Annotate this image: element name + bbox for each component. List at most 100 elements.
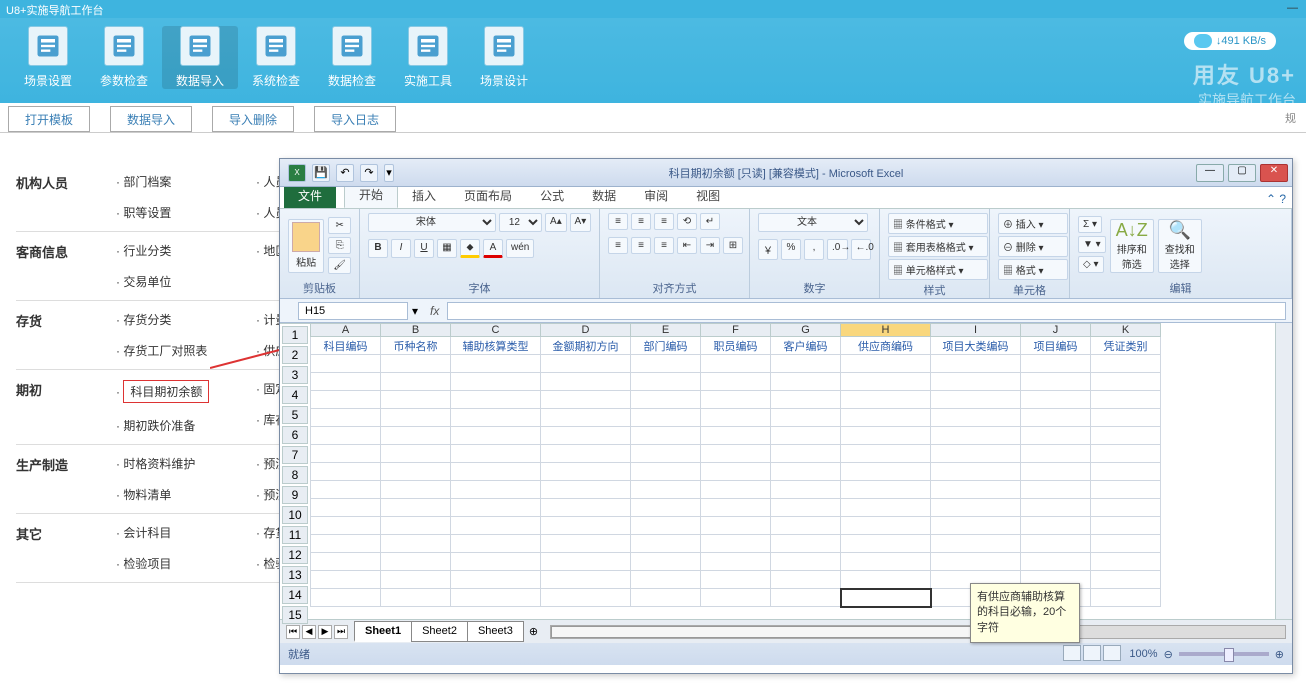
link-item[interactable]: 职等设置 [116, 204, 256, 221]
cell-G7[interactable] [771, 445, 841, 463]
cell-C6[interactable] [451, 427, 541, 445]
redo-icon[interactable]: ↷ [360, 164, 378, 182]
cell-I1[interactable]: 项目大类编码 [931, 337, 1021, 355]
cell-J10[interactable] [1021, 499, 1091, 517]
cell-D12[interactable] [541, 535, 631, 553]
cell-E14[interactable] [631, 571, 701, 589]
cell-H6[interactable] [841, 427, 931, 445]
cell-K15[interactable] [1091, 589, 1161, 607]
cell-D5[interactable] [541, 409, 631, 427]
link-item[interactable]: 存货分类 [116, 311, 256, 328]
cell-D2[interactable] [541, 355, 631, 373]
row-header[interactable]: 11 [282, 526, 308, 544]
percent-icon[interactable]: % [781, 239, 801, 260]
cell-D7[interactable] [541, 445, 631, 463]
cell-C4[interactable] [451, 391, 541, 409]
cell-J11[interactable] [1021, 517, 1091, 535]
cell-A8[interactable] [311, 463, 381, 481]
cell-B11[interactable] [381, 517, 451, 535]
cell-H13[interactable] [841, 553, 931, 571]
cell-H3[interactable] [841, 373, 931, 391]
cell-C11[interactable] [451, 517, 541, 535]
cell-A9[interactable] [311, 481, 381, 499]
tab-1[interactable]: 数据导入 [110, 106, 192, 132]
cell-I8[interactable] [931, 463, 1021, 481]
underline-button[interactable]: U [414, 239, 434, 258]
link-item[interactable]: 时格资料维护 [116, 455, 256, 472]
align-right-icon[interactable]: ≡ [654, 237, 674, 254]
phonetic-icon[interactable]: wén [506, 239, 534, 258]
cell-B15[interactable] [381, 589, 451, 607]
bold-button[interactable]: B [368, 239, 388, 258]
col-header-K[interactable]: K [1091, 324, 1161, 337]
cell-C12[interactable] [451, 535, 541, 553]
cell-J9[interactable] [1021, 481, 1091, 499]
row-header[interactable]: 12 [282, 546, 308, 564]
excel-icon[interactable]: X [288, 164, 306, 182]
cell-G10[interactable] [771, 499, 841, 517]
dec-decimal-icon[interactable]: ←.0 [851, 239, 872, 260]
align-bot-icon[interactable]: ≡ [654, 213, 674, 230]
cell-I4[interactable] [931, 391, 1021, 409]
cell-I9[interactable] [931, 481, 1021, 499]
cell-K9[interactable] [1091, 481, 1161, 499]
col-header-F[interactable]: F [701, 324, 771, 337]
cell-F4[interactable] [701, 391, 771, 409]
cell-A14[interactable] [311, 571, 381, 589]
font-size-select[interactable]: 12 [499, 213, 542, 232]
col-header-A[interactable]: A [311, 324, 381, 337]
cell-I3[interactable] [931, 373, 1021, 391]
cell-A13[interactable] [311, 553, 381, 571]
link-item[interactable]: 期初跌价准备 [116, 417, 256, 434]
cell-J7[interactable] [1021, 445, 1091, 463]
row-header[interactable]: 5 [282, 406, 308, 424]
indent-inc-icon[interactable]: ⇥ [700, 237, 720, 254]
cell-H5[interactable] [841, 409, 931, 427]
cell-D6[interactable] [541, 427, 631, 445]
table-format-button[interactable]: ▦ 套用表格格式 ▾ [888, 236, 988, 257]
cell-E15[interactable] [631, 589, 701, 607]
fill-icon[interactable]: ▼ ▾ [1078, 236, 1106, 253]
row-header[interactable]: 8 [282, 466, 308, 484]
col-header-G[interactable]: G [771, 324, 841, 337]
link-item[interactable]: 存货工厂对照表 [116, 342, 256, 359]
cell-H2[interactable] [841, 355, 931, 373]
cell-E11[interactable] [631, 517, 701, 535]
delete-cells-button[interactable]: ⊖ 删除 ▾ [998, 236, 1068, 257]
cell-D15[interactable] [541, 589, 631, 607]
cell-G9[interactable] [771, 481, 841, 499]
cut-icon[interactable]: ✂ [328, 217, 351, 234]
align-center-icon[interactable]: ≡ [631, 237, 651, 254]
cell-G2[interactable] [771, 355, 841, 373]
cell-C10[interactable] [451, 499, 541, 517]
sheet-nav-next-icon[interactable]: ▶ [318, 625, 332, 639]
font-color-icon[interactable]: A [483, 239, 503, 258]
cell-C5[interactable] [451, 409, 541, 427]
cell-G11[interactable] [771, 517, 841, 535]
cell-K11[interactable] [1091, 517, 1161, 535]
cell-I6[interactable] [931, 427, 1021, 445]
cond-format-button[interactable]: ▦ 条件格式 ▾ [888, 213, 988, 234]
cell-H10[interactable] [841, 499, 931, 517]
cell-B10[interactable] [381, 499, 451, 517]
row-header[interactable]: 4 [282, 386, 308, 404]
clear-icon[interactable]: ◇ ▾ [1078, 256, 1104, 273]
cell-C13[interactable] [451, 553, 541, 571]
cell-K13[interactable] [1091, 553, 1161, 571]
cell-C8[interactable] [451, 463, 541, 481]
cell-E5[interactable] [631, 409, 701, 427]
cell-J12[interactable] [1021, 535, 1091, 553]
fx-icon[interactable]: fx [422, 304, 447, 318]
cell-I13[interactable] [931, 553, 1021, 571]
link-item[interactable]: 部门档案 [116, 173, 256, 190]
border-icon[interactable]: ▦ [437, 239, 457, 258]
col-header-C[interactable]: C [451, 324, 541, 337]
cell-C3[interactable] [451, 373, 541, 391]
cell-C1[interactable]: 辅助核算类型 [451, 337, 541, 355]
sheet-tab-Sheet3[interactable]: Sheet3 [467, 621, 524, 642]
cell-E1[interactable]: 部门编码 [631, 337, 701, 355]
cell-F15[interactable] [701, 589, 771, 607]
sheet-tab-Sheet1[interactable]: Sheet1 [354, 621, 412, 642]
row-header[interactable]: 3 [282, 366, 308, 384]
row-header[interactable]: 1 [282, 326, 308, 344]
